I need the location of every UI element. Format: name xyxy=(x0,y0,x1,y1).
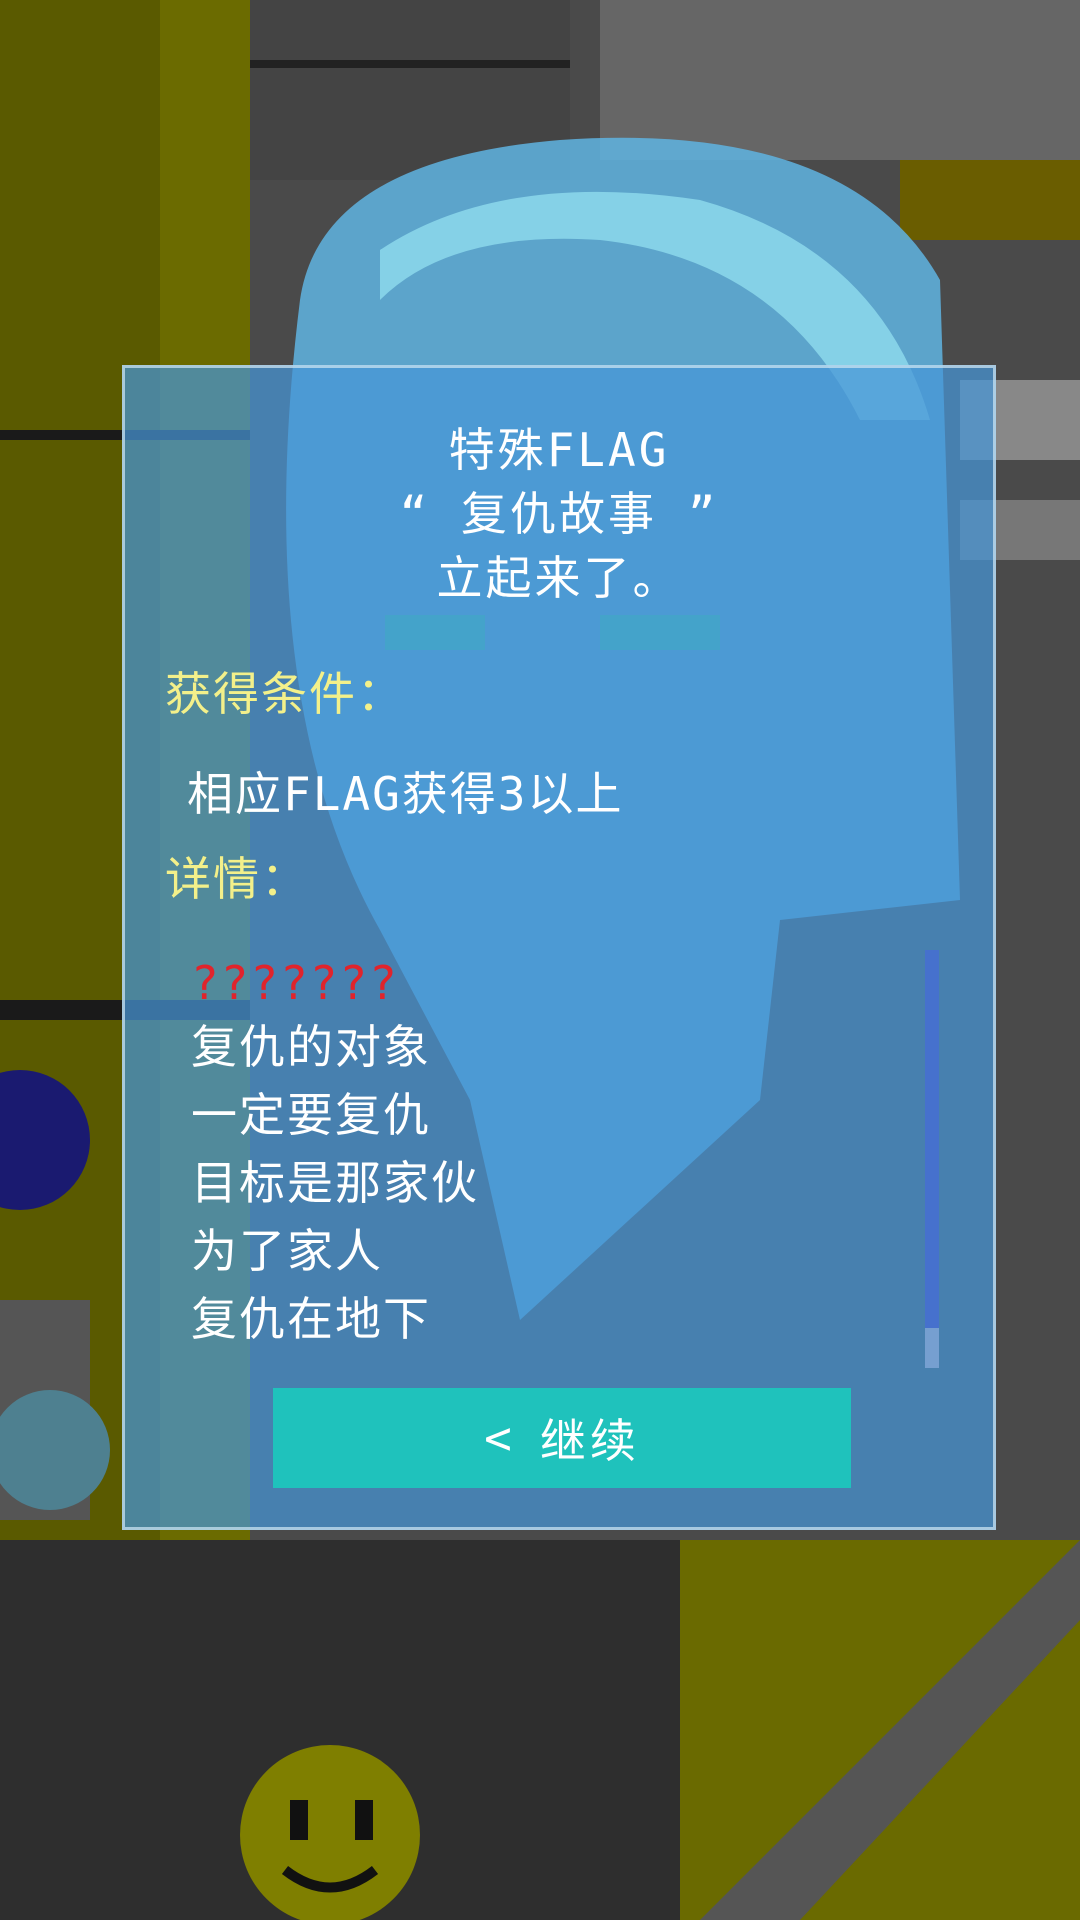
details-line: 复仇在地下 xyxy=(191,1292,431,1346)
details-label: 详情： xyxy=(165,852,309,906)
chevron-left-icon: < xyxy=(484,1411,516,1465)
continue-label: 继续 xyxy=(539,1414,640,1468)
title-line: 特殊FLAG xyxy=(448,423,670,477)
details-unknown-text: ??????? xyxy=(191,956,399,1010)
dialog-title: 特殊FLAG “ 复仇故事 ” 立起来了。 xyxy=(125,418,993,610)
condition-text: 相应FLAG获得3以上 xyxy=(187,767,624,821)
details-scroll-area[interactable]: ??????? 复仇的对象 一定要复仇 目标是那家伙 为了家人 复仇在地下 xyxy=(191,953,891,1728)
flag-dialog: 特殊FLAG “ 复仇故事 ” 立起来了。 获得条件： 相应FLAG获得3以上 … xyxy=(122,365,996,1530)
details-line: 为了家人 xyxy=(191,1224,383,1278)
details-line: 复仇的对象 xyxy=(191,1020,431,1074)
condition-label: 获得条件： xyxy=(165,667,405,721)
details-line: 目标是那家伙 xyxy=(191,1156,479,1210)
details-scrollbar[interactable] xyxy=(925,950,939,1368)
title-line: 立起来了。 xyxy=(436,551,682,605)
details-line: 一定要复仇 xyxy=(191,1088,431,1142)
continue-button[interactable]: < 继续 xyxy=(273,1388,851,1488)
title-line: “ 复仇故事 ” xyxy=(399,487,719,541)
details-scrollbar-thumb[interactable] xyxy=(925,1328,939,1368)
